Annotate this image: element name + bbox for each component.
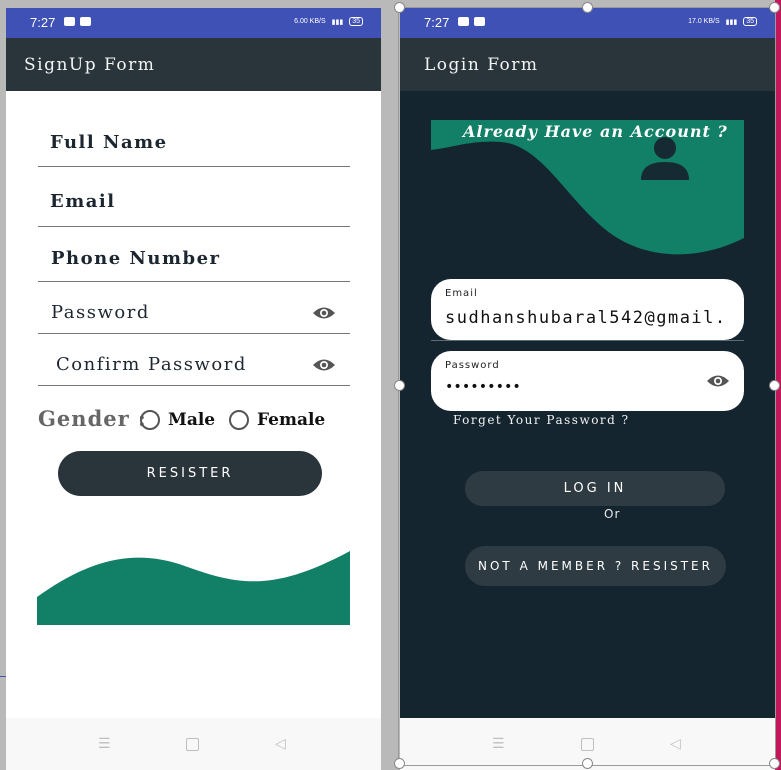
menu-icon[interactable]: ☰ [492,736,505,752]
signal-icon: ▮▮▮ [725,18,738,26]
notification-icons [64,17,91,26]
email-label: Email [445,288,478,299]
confirm-password-field[interactable]: Confirm Password [38,340,350,386]
gender-row: Gender : Male Female [38,400,368,440]
email-hint: Email [50,191,116,212]
youtube-icon [64,17,75,26]
signup-screen: 7:27 6.00 KB/S ▮▮▮ 35 SignUp Form Full N… [6,8,381,770]
resize-handle[interactable] [394,380,405,391]
eye-icon[interactable] [706,374,730,388]
status-right: 17.0 KB/S ▮▮▮ 35 [688,17,757,26]
youtube-icon [458,17,469,26]
full-name-field[interactable]: Full Name [38,116,350,167]
person-icon [641,137,689,180]
register-button[interactable]: RESISTER [58,451,322,496]
network-speed: 17.0 KB/S [688,18,720,25]
status-bar: 7:27 6.00 KB/S ▮▮▮ 35 [6,8,381,38]
email-input[interactable]: Email sudhanshubaral542@gmail. [431,279,744,340]
not-a-member-register-button[interactable]: NOT A MEMBER ? RESISTER [465,546,726,586]
cloud-icon [474,17,485,26]
network-speed: 6.00 KB/S [294,18,326,25]
phone-number-hint: Phone Number [51,248,221,269]
password-input[interactable]: Password ••••••••• [431,351,744,411]
status-right: 6.00 KB/S ▮▮▮ 35 [294,17,363,26]
phone-number-field[interactable]: Phone Number [38,234,350,282]
login-button[interactable]: LOG IN [465,471,725,506]
banner-wave [431,120,744,255]
banner: Already Have an Account ? [431,120,744,260]
password-hint: Password [51,302,150,323]
status-time: 7:27 [424,15,450,30]
battery-icon: 35 [349,17,363,26]
back-icon[interactable]: ◁ [275,736,286,752]
password-value[interactable]: ••••••••• [445,379,521,395]
status-time: 7:27 [30,15,56,30]
left-marker [0,676,6,677]
resize-handle[interactable] [582,2,593,13]
email-field[interactable]: Email [38,176,350,227]
app-bar: Login Form [400,38,775,91]
signal-icon: ▮▮▮ [331,18,344,26]
resize-handle[interactable] [394,2,405,13]
resize-handle[interactable] [582,758,593,769]
email-underline [431,340,744,341]
male-label[interactable]: Male [168,410,215,430]
back-icon[interactable]: ◁ [670,736,681,752]
password-label: Password [445,360,500,371]
resize-handle[interactable] [769,2,780,13]
forgot-password-link[interactable]: Forget Your Password ? [453,413,630,427]
app-bar-title: Login Form [424,55,539,75]
resize-handle[interactable] [769,758,780,769]
eye-icon[interactable] [312,358,336,372]
wave-graphic [37,551,350,625]
notification-icons [458,17,485,26]
app-bar-title: SignUp Form [24,55,156,75]
female-radio[interactable] [229,410,249,430]
home-square-icon[interactable] [581,738,594,751]
eye-icon[interactable] [312,306,336,320]
email-value[interactable]: sudhanshubaral542@gmail. [445,308,727,328]
menu-icon[interactable]: ☰ [98,736,111,752]
resize-handle[interactable] [769,380,780,391]
battery-icon: 35 [743,17,757,26]
gender-label: Gender : [38,406,147,431]
password-field[interactable]: Password [38,288,350,334]
app-bar: SignUp Form [6,38,381,91]
or-text: Or [604,507,621,521]
resize-handle[interactable] [394,758,405,769]
banner-title: Already Have an Account ? [463,122,728,141]
confirm-password-hint: Confirm Password [56,354,247,375]
female-label[interactable]: Female [257,410,325,430]
home-square-icon[interactable] [186,738,199,751]
male-radio[interactable] [140,410,160,430]
full-name-hint: Full Name [50,132,168,153]
system-nav-bar: ☰ ◁ [6,718,381,770]
login-screen: 7:27 17.0 KB/S ▮▮▮ 35 Login Form Already… [400,8,775,770]
cloud-icon [80,17,91,26]
